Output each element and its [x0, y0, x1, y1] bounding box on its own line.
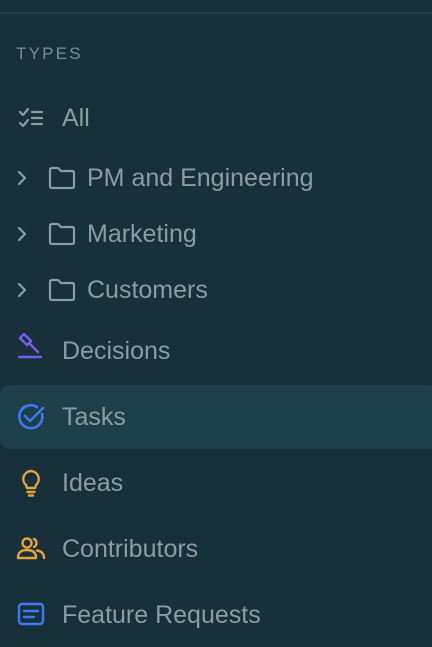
chevron-right-icon[interactable]	[12, 224, 32, 244]
folder-item-pm-and-engineering[interactable]: PM and Engineering	[0, 146, 432, 210]
type-item-label: All	[62, 103, 90, 132]
check-circle-icon	[16, 402, 46, 432]
folder-item-marketing[interactable]: Marketing	[0, 202, 432, 266]
people-icon	[16, 534, 46, 564]
folder-item-customers[interactable]: Customers	[0, 258, 432, 322]
type-item-label: Decisions	[62, 336, 171, 365]
type-item-all[interactable]: All	[0, 86, 432, 150]
folder-icon	[47, 219, 77, 249]
chevron-right-icon[interactable]	[12, 280, 32, 300]
lightbulb-icon	[16, 468, 46, 498]
type-item-label: Contributors	[62, 534, 199, 563]
folder-icon	[47, 275, 77, 305]
folder-item-label: Marketing	[87, 219, 197, 248]
checklist-icon	[16, 103, 46, 133]
folder-item-label: Customers	[87, 275, 208, 304]
folder-item-label: PM and Engineering	[87, 163, 314, 192]
type-item-contributors[interactable]: Contributors	[0, 517, 432, 581]
type-item-feature-requests[interactable]: Feature Requests	[0, 583, 432, 647]
gavel-icon	[16, 331, 46, 361]
type-item-label: Ideas	[62, 468, 124, 497]
top-divider	[0, 12, 432, 14]
type-item-label: Feature Requests	[62, 600, 261, 629]
type-item-decisions[interactable]: Decisions	[0, 319, 432, 383]
type-item-label: Tasks	[62, 402, 126, 431]
folder-icon	[47, 163, 77, 193]
message-box-icon	[16, 600, 46, 630]
type-item-tasks[interactable]: Tasks	[0, 385, 432, 449]
type-item-ideas[interactable]: Ideas	[0, 451, 432, 515]
section-title-types: TYPES	[16, 44, 83, 63]
chevron-right-icon[interactable]	[12, 168, 32, 188]
